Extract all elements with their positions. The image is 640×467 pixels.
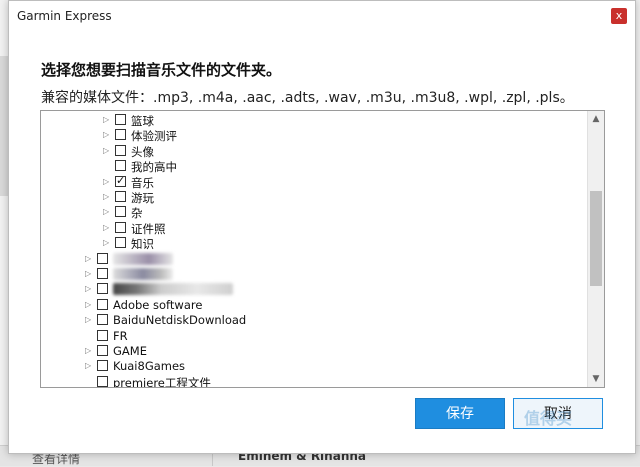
tree-row[interactable]: ▷ 体验测评: [41, 127, 581, 143]
folder-checkbox[interactable]: [97, 329, 108, 341]
dialog-title: Garmin Express: [17, 9, 112, 23]
tree-row[interactable]: ▷: [41, 281, 581, 297]
expand-arrow-icon[interactable]: ▷: [85, 269, 93, 279]
tree-scrollbar[interactable]: ▲ ▼: [587, 111, 604, 387]
tree-row[interactable]: ▷ 篮球: [41, 112, 581, 128]
save-button[interactable]: 保存: [415, 398, 505, 429]
folder-checkbox[interactable]: [115, 114, 126, 125]
expand-arrow-icon[interactable]: ▷: [85, 254, 93, 264]
folder-label: GAME: [113, 344, 147, 358]
tree-row[interactable]: ▷ BaiduNetdiskDownload: [41, 312, 581, 328]
expand-arrow-icon[interactable]: ▷: [103, 115, 111, 125]
folder-checkbox[interactable]: [115, 129, 126, 141]
folder-checkbox[interactable]: [115, 221, 126, 233]
tree-row[interactable]: ▷ Kuai8Games: [41, 358, 581, 374]
close-button[interactable]: x: [611, 8, 627, 24]
tree-row[interactable]: ▷ GAME: [41, 343, 581, 359]
folder-label: Adobe software: [113, 297, 203, 312]
folder-checkbox[interactable]: [97, 252, 108, 264]
expand-arrow-icon[interactable]: ▷: [103, 130, 111, 140]
tree-row[interactable]: ▷ 证件照: [41, 220, 581, 236]
folder-checkbox[interactable]: [115, 160, 126, 172]
redacted-label: [113, 268, 173, 280]
expand-arrow-icon[interactable]: ▷: [85, 315, 93, 325]
tree-row[interactable]: ▷: [41, 251, 581, 267]
expand-arrow-icon[interactable]: ▷: [85, 346, 93, 356]
tree-row[interactable]: ▷ 杂: [41, 204, 581, 220]
tree-row[interactable]: FR: [41, 328, 581, 344]
expand-arrow-icon[interactable]: ▷: [103, 223, 111, 233]
folder-checkbox[interactable]: [97, 345, 108, 356]
expand-arrow-icon[interactable]: ▷: [85, 300, 93, 310]
tree-row[interactable]: ▷ 知识: [41, 235, 581, 251]
folder-label: BaiduNetdiskDownload: [113, 313, 247, 328]
dialog-heading: 选择您想要扫描音乐文件的文件夹。: [41, 61, 282, 79]
tree-row[interactable]: ▷ Adobe software: [41, 297, 581, 313]
tree-row[interactable]: ▷ 头像: [41, 143, 581, 159]
expand-arrow-icon[interactable]: ▷: [85, 361, 93, 371]
expand-arrow-icon[interactable]: ▷: [103, 146, 111, 156]
folder-checkbox[interactable]: [97, 360, 108, 372]
folder-label: FR: [113, 328, 128, 343]
folder-checkbox[interactable]: [115, 237, 126, 249]
watermark-text: 值得买: [524, 409, 573, 428]
scroll-up-icon[interactable]: ▲: [588, 111, 604, 127]
expand-arrow-icon[interactable]: ▷: [85, 284, 93, 294]
redacted-label: [113, 252, 173, 265]
tree-row[interactable]: ▷ 游玩: [41, 189, 581, 205]
tree-row[interactable]: 我的高中: [41, 158, 581, 174]
dialog-titlebar: Garmin Express x: [9, 1, 635, 31]
folder-checkbox[interactable]: [97, 268, 108, 279]
folder-checkbox[interactable]: [115, 191, 126, 202]
expand-arrow-icon[interactable]: ▷: [103, 207, 111, 217]
folder-checkbox[interactable]: [97, 283, 108, 295]
folder-checkbox[interactable]: [97, 375, 108, 387]
compatible-formats-text: 兼容的媒体文件：.mp3, .m4a, .aac, .adts, .wav, .…: [41, 90, 574, 106]
folder-checkbox[interactable]: [97, 298, 108, 310]
scrollbar-thumb[interactable]: [590, 191, 602, 286]
scroll-down-icon[interactable]: ▼: [588, 371, 604, 387]
tree-row[interactable]: ▷: [41, 266, 581, 282]
folder-checkbox[interactable]: [115, 206, 126, 218]
folder-checkbox[interactable]: [115, 174, 126, 187]
folder-label: premiere工程文件: [113, 375, 211, 388]
folder-checkbox[interactable]: [115, 144, 126, 156]
folder-checkbox[interactable]: [97, 314, 108, 326]
folder-tree[interactable]: ▲ ▼ ▷篮球▷体验测评▷头像我的高中▷音乐▷游玩▷杂▷证件照▷知识▷▷▷▷Ad…: [40, 110, 605, 388]
expand-arrow-icon[interactable]: ▷: [103, 192, 111, 202]
expand-arrow-icon[interactable]: ▷: [103, 177, 111, 187]
expand-arrow-icon[interactable]: ▷: [103, 238, 111, 248]
folder-select-dialog: Garmin Express x 选择您想要扫描音乐文件的文件夹。 兼容的媒体文…: [8, 0, 636, 454]
folder-label: Kuai8Games: [113, 359, 186, 374]
tree-row[interactable]: ▷音乐: [41, 174, 581, 190]
tree-row[interactable]: premiere工程文件: [41, 374, 581, 388]
redacted-label: [113, 283, 233, 296]
